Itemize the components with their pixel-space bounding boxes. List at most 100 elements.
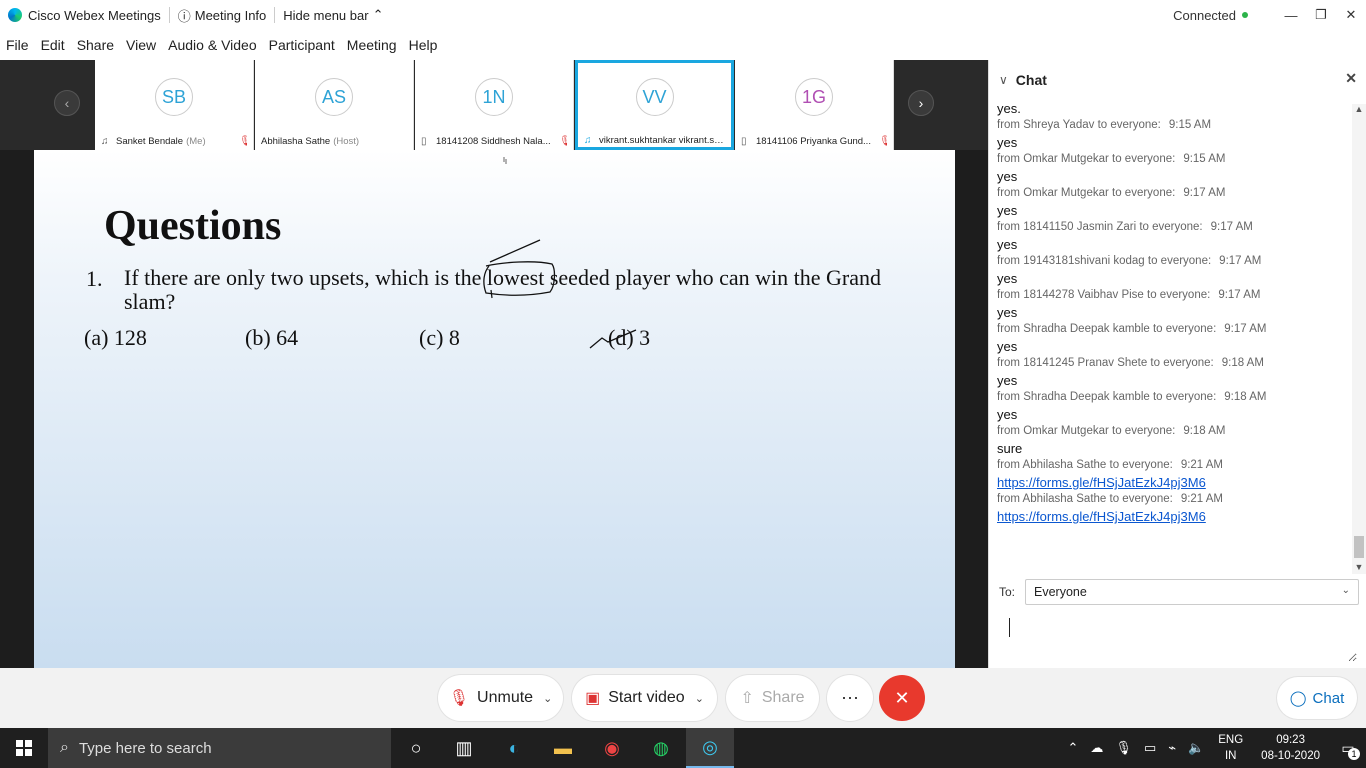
leave-meeting-button[interactable]: ✕ — [879, 675, 925, 721]
more-options-button[interactable]: ⋯ — [827, 675, 873, 721]
filmstrip-next-button[interactable]: › — [908, 90, 934, 116]
message-sender: from Shradha Deepak kamble to everyone: — [997, 323, 1217, 335]
battery-icon[interactable]: ▭ — [1144, 740, 1156, 756]
message-sender: from 18141150 Jasmin Zari to everyone: — [997, 221, 1203, 233]
meeting-info-button[interactable]: ⓘ Meeting Info — [178, 6, 267, 25]
filmstrip-prev-button[interactable]: ‹ — [54, 90, 80, 116]
chevron-down-icon[interactable]: ⌄ — [543, 692, 552, 705]
chat-title: Chat — [1015, 72, 1047, 88]
close-chat-icon[interactable]: ✕ — [1345, 70, 1357, 87]
menu-file[interactable]: File — [0, 37, 35, 53]
message-meta: from Shreya Yadav to everyone: 9:15 AM — [997, 117, 1347, 134]
notification-count: 1 — [1348, 748, 1360, 760]
hide-menu-label: Hide menu bar — [283, 7, 369, 23]
share-button[interactable]: ⇧ Share — [726, 675, 819, 721]
participant-name: vikrant.sukhtankar vikrant.sukhta... — [599, 134, 725, 146]
chat-panel: ∨ Chat ✕ yes. from Shreya Yadav to every… — [988, 60, 1366, 668]
participant-label: ♫ vikrant.sukhtankar vikrant.sukhta... — [584, 133, 725, 147]
clock-date: 08-10-2020 — [1261, 750, 1320, 762]
ink-stroke — [489, 239, 541, 263]
start-button[interactable] — [0, 728, 48, 768]
participant-tile[interactable]: SB ♫ Sanket Bendale (Me) 🎙 — [95, 60, 254, 150]
participant-tile[interactable]: 1N ▯ 18141208 Siddhesh Nala... 🎙 — [415, 60, 574, 150]
participant-tile[interactable]: AS Abhilasha Sathe (Host) — [255, 60, 414, 150]
language-indicator[interactable]: ENG IN — [1218, 732, 1243, 764]
message-text: yes — [997, 339, 1018, 354]
chat-scrollbar[interactable]: ▲ ▼ — [1352, 104, 1366, 574]
minimize-button[interactable]: — — [1276, 0, 1306, 30]
volume-icon[interactable]: 🔈 — [1188, 740, 1204, 756]
divider — [274, 7, 276, 23]
network-icon[interactable]: ⌁ — [1168, 740, 1176, 756]
menu-help[interactable]: Help — [403, 37, 444, 53]
onedrive-icon[interactable]: ☁ — [1090, 740, 1103, 756]
menu-edit[interactable]: Edit — [35, 37, 71, 53]
webex-taskbar-icon[interactable]: ◎ — [686, 728, 734, 768]
clock[interactable]: 09:23 08-10-2020 — [1261, 732, 1320, 764]
chat-header[interactable]: ∨ Chat ✕ — [989, 60, 1366, 100]
message-time: 9:15 AM — [1183, 153, 1226, 165]
message-time: 9:17 AM — [1218, 289, 1261, 301]
menu-view[interactable]: View — [120, 37, 162, 53]
close-window-button[interactable]: ✕ — [1336, 0, 1366, 30]
menu-participant[interactable]: Participant — [263, 37, 341, 53]
scroll-down-icon[interactable]: ▼ — [1352, 562, 1366, 574]
file-explorer-icon[interactable]: ▬ — [539, 728, 587, 768]
message-sender: from Shreya Yadav to everyone: — [997, 119, 1161, 131]
taskbar-search[interactable]: ⌕ Type here to search — [48, 728, 391, 768]
message-sender: from 18144278 Vaibhav Pise to everyone: — [997, 289, 1211, 301]
message-meta: from Omkar Mutgekar to everyone: 9:18 AM — [997, 423, 1347, 440]
participant-name: 18141208 Siddhesh Nala... — [436, 135, 551, 147]
webex-logo-icon — [8, 8, 22, 22]
language-code: ENG — [1218, 734, 1244, 746]
participant-tile-active-speaker[interactable]: VV ♫ vikrant.sukhtankar vikrant.sukhta..… — [575, 60, 734, 150]
chat-message-input[interactable] — [999, 612, 1357, 662]
message-sender: from Omkar Mutgekar to everyone: — [997, 153, 1176, 165]
task-view-icon[interactable]: ▥ — [440, 728, 488, 768]
start-video-button[interactable]: ▣ Start video ⌄ — [572, 675, 717, 721]
message-link[interactable]: https://forms.gle/fHSjJatEzkJ4pj3M6 — [997, 474, 1347, 491]
participant-tile[interactable]: 1G ▯ 18141106 Priyanka Gund... 🎙 — [735, 60, 894, 150]
chevron-down-icon[interactable]: ⌄ — [695, 692, 704, 705]
menu-audio-video[interactable]: Audio & Video — [162, 37, 262, 53]
video-off-icon: ▣ — [585, 690, 601, 707]
connection-status: Connected — [1173, 7, 1236, 23]
show-hidden-icons[interactable]: ⌃ — [1068, 740, 1079, 756]
chrome-icon[interactable]: ◉ — [588, 728, 636, 768]
recipient-select[interactable]: Everyone ⌄ — [1025, 579, 1359, 605]
ink-tick — [589, 329, 637, 349]
chat-toggle-button[interactable]: ◯ Chat — [1277, 677, 1357, 719]
scroll-thumb[interactable] — [1354, 536, 1364, 558]
message-meta: from Shradha Deepak kamble to everyone: 9… — [997, 389, 1347, 406]
menu-share[interactable]: Share — [71, 37, 120, 53]
participant-name: 18141106 Priyanka Gund... — [756, 135, 871, 147]
chevron-down-icon[interactable]: ∨ — [999, 73, 1008, 87]
participant-role: (Host) — [333, 135, 360, 147]
unmute-button[interactable]: 🎙 Unmute ⌄ — [438, 675, 563, 721]
chevron-left-icon: ‹ — [64, 95, 70, 111]
meeting-stage: ‹ SB ♫ Sanket Bendale (Me) 🎙 AS Abhilasha… — [0, 60, 988, 668]
microphone-icon[interactable]: 🎙 — [1115, 740, 1132, 756]
recipient-value: Everyone — [1034, 585, 1087, 599]
recipient-row: To: Everyone ⌄ — [999, 578, 1359, 606]
restore-button[interactable]: ❐ — [1306, 0, 1336, 30]
message-meta: from Shradha Deepak kamble to everyone: 9… — [997, 321, 1347, 338]
message-text: yes — [997, 169, 1018, 184]
message-meta: from Abhilasha Sathe to everyone: 9:21 AM — [997, 457, 1347, 474]
whatsapp-icon[interactable]: ◍ — [637, 728, 685, 768]
message-link[interactable]: https://forms.gle/fHSjJatEzkJ4pj3M6 — [997, 508, 1347, 525]
hide-menu-bar-button[interactable]: Hide menu bar ⌃ — [283, 7, 383, 23]
connection-dot-icon — [1242, 12, 1248, 18]
avatar: VV — [635, 78, 674, 116]
windows-logo-icon — [16, 740, 32, 756]
chevron-right-icon: › — [918, 95, 924, 111]
scroll-up-icon[interactable]: ▲ — [1352, 104, 1366, 116]
menu-meeting[interactable]: Meeting — [341, 37, 403, 53]
windows-taskbar: ⌕ Type here to search ○ ▥ ◐ ▬ ◉ ◍ ◎ ⌃ ☁ … — [0, 728, 1366, 768]
info-icon: ⓘ — [177, 8, 191, 24]
chevron-up-icon: ⌃ — [372, 7, 384, 22]
notification-center-button[interactable]: ▭ 1 — [1330, 728, 1366, 768]
edge-icon[interactable]: ◐ — [490, 728, 538, 768]
message-time: 9:17 AM — [1219, 255, 1262, 267]
cortana-icon[interactable]: ○ — [392, 728, 440, 768]
